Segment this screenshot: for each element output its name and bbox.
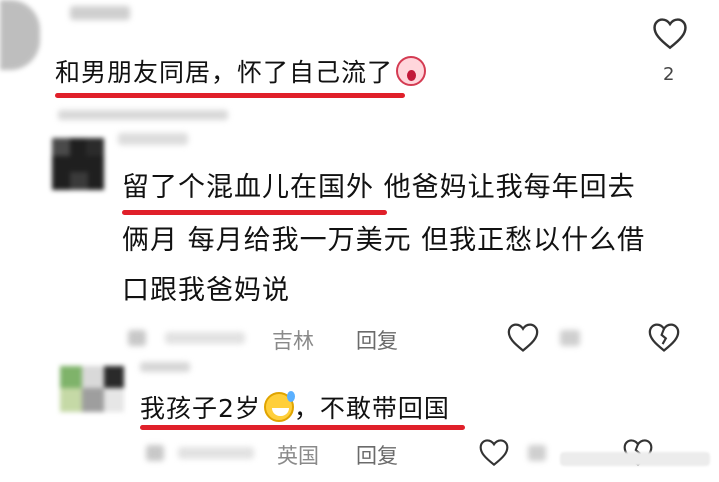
highlight-underline [55,93,405,98]
comment-line-1: 留了个混血儿在国外 他爸妈让我每年回去 [122,172,636,203]
meta-blurred [165,332,245,344]
heart-icon[interactable] [651,16,689,50]
meta-blurred [528,445,546,461]
heart-icon[interactable] [478,437,510,467]
watermark [560,452,710,466]
reply-button[interactable]: 回复 [356,440,398,470]
avatar[interactable] [0,0,40,70]
meta-blurred [146,445,164,461]
comment-text-main: 和男朋友同居，怀了自己流了 [55,58,394,87]
avatar[interactable] [52,138,104,190]
meta-blurred [560,330,580,346]
comment-text: 和男朋友同居，怀了自己流了 [55,48,427,98]
username-blurred [70,6,130,20]
grinning-sweat-emoji-icon [263,391,295,422]
comment-line-3: 口跟我爸妈说 [122,275,290,306]
comment-text-main: 我孩子2岁 [140,394,261,423]
location-label: 吉林 [272,329,314,353]
comment-text-tail: ，不敢带回国 [293,394,450,423]
scream-emoji-icon [396,56,427,86]
comment-line-2: 俩月 每月给我一万美元 但我正愁以什么借 [122,225,646,256]
location-label: 英国 [277,444,319,468]
highlight-underline [140,425,465,430]
like-count: 2 [663,64,675,85]
avatar[interactable] [60,366,124,412]
highlight-underline [122,210,387,215]
reply-button[interactable]: 回复 [356,325,398,355]
heart-icon[interactable] [506,321,540,353]
meta-blurred [128,330,146,346]
meta-blurred [58,110,228,120]
username-blurred [140,362,190,372]
broken-heart-icon[interactable] [647,321,681,353]
meta-blurred [178,447,254,459]
username-blurred [118,133,188,145]
